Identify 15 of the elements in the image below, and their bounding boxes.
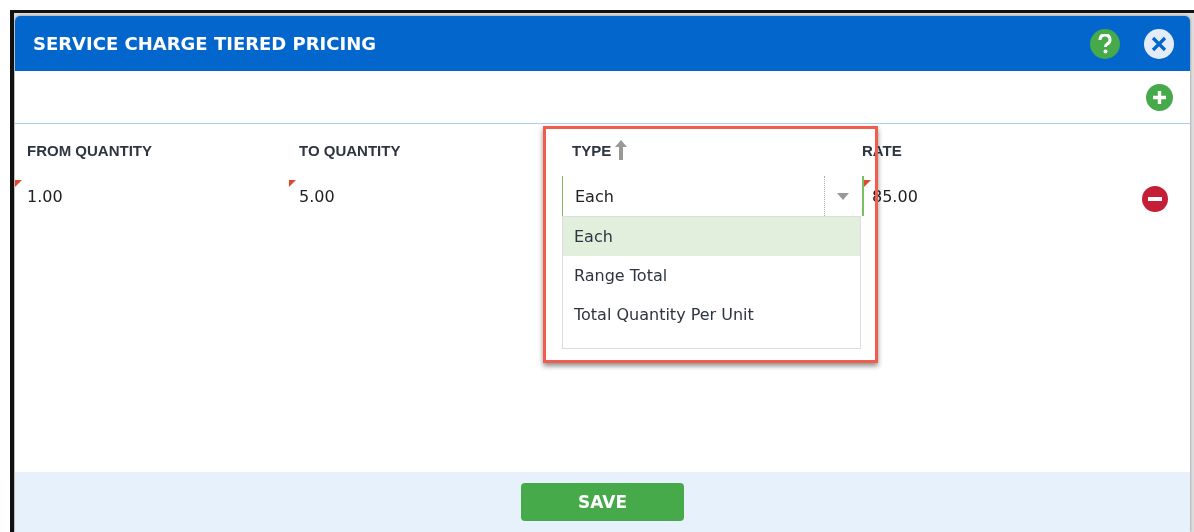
- add-button[interactable]: [1146, 83, 1173, 111]
- column-header[interactable]: TO QUANTITY: [299, 141, 401, 159]
- column-header[interactable]: FROM QUANTITY: [27, 141, 152, 159]
- close-button[interactable]: [1144, 28, 1174, 59]
- column-header[interactable]: TYPE: [572, 141, 612, 159]
- table-cell: 1.00: [27, 186, 63, 206]
- table-cell: 5.00: [299, 186, 335, 206]
- close-icon: [1151, 35, 1167, 52]
- dialog-title: SERVICE CHARGE TIERED PRICING: [33, 33, 378, 54]
- minus-icon: [1148, 197, 1162, 201]
- help-button[interactable]: [1090, 28, 1120, 59]
- remove-button[interactable]: [1142, 186, 1168, 212]
- dropdown-option[interactable]: Each: [563, 217, 860, 256]
- question-mark-icon: [1098, 33, 1112, 54]
- plus-icon: [1152, 89, 1167, 105]
